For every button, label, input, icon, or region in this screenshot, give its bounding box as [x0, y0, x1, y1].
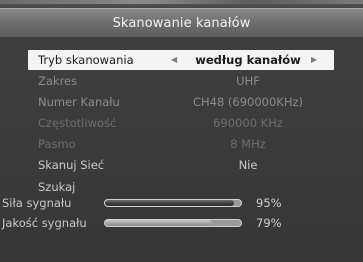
- range-value: UHF: [236, 74, 260, 88]
- menu-row-range[interactable]: Zakres UHF: [28, 71, 334, 91]
- window-title: Skanowanie kanałów: [112, 15, 251, 31]
- arrow-right-icon[interactable]: ▶: [311, 50, 317, 70]
- bandwidth-value: 8 MHz: [230, 137, 266, 151]
- frequency-value: 690000 KHz: [213, 116, 283, 130]
- menu-row-network-scan[interactable]: Skanuj Sieć Nie: [28, 155, 334, 175]
- top-edge: [0, 0, 363, 4]
- signal-quality-bar: [104, 219, 242, 227]
- title-bar: Skanowanie kanałów: [0, 8, 363, 38]
- signal-strength-bar: [104, 199, 242, 207]
- tv-screen: Skanowanie kanałów Tryb skanowania ◀ wed…: [0, 0, 363, 262]
- menu-row-frequency: Częstotliwość 690000 KHz: [28, 113, 334, 133]
- bandwidth-label: Pasmo: [38, 137, 76, 151]
- signal-strength-fill: [105, 200, 235, 206]
- signal-strength-label: Siła sygnału: [2, 196, 72, 210]
- signal-quality-label: Jakość sygnału: [2, 216, 87, 230]
- menu-row-search[interactable]: Szukaj: [28, 177, 334, 197]
- channel-number-value: CH48 (690000KHz): [192, 95, 304, 109]
- network-scan-value[interactable]: Nie: [168, 155, 328, 175]
- menu-row-channel-number[interactable]: Numer Kanału CH48 (690000KHz): [28, 92, 334, 112]
- menu-row-scan-mode[interactable]: Tryb skanowania ◀ według kanałów ▶: [28, 50, 334, 70]
- signal-quality-fill: [105, 220, 213, 226]
- frequency-label: Częstotliwość: [38, 116, 117, 130]
- range-label: Zakres: [38, 74, 78, 88]
- signal-strength-value: 95%: [256, 196, 282, 210]
- scan-mode-label: Tryb skanowania: [38, 53, 134, 67]
- network-scan-label: Skanuj Sieć: [38, 158, 105, 172]
- scan-panel: Tryb skanowania ◀ według kanałów ▶ Zakre…: [0, 38, 363, 262]
- menu-row-bandwidth: Pasmo 8 MHz: [28, 134, 334, 154]
- scan-mode-value[interactable]: według kanałów: [168, 50, 328, 70]
- channel-number-label: Numer Kanału: [38, 95, 120, 109]
- search-button[interactable]: Szukaj: [38, 177, 75, 197]
- signal-quality-value: 79%: [256, 216, 282, 230]
